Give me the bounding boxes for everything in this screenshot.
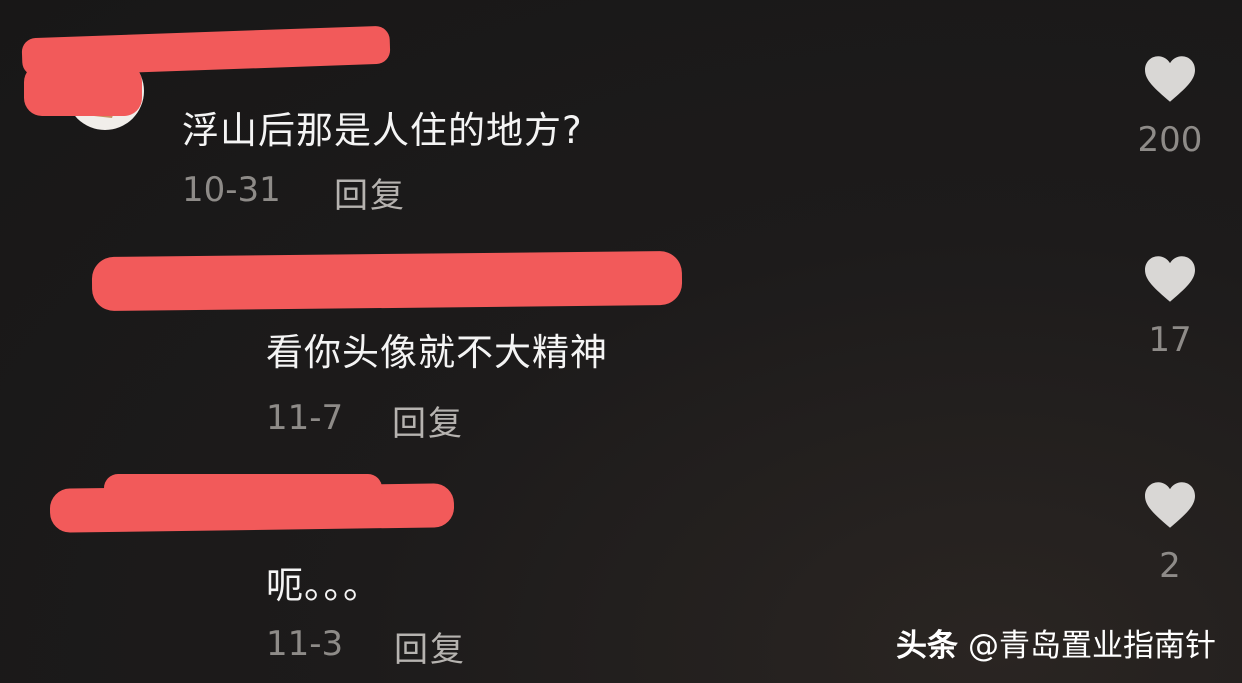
- like-button[interactable]: 17: [1130, 254, 1210, 360]
- redacted-username-overlay: [24, 64, 142, 116]
- like-count: 17: [1148, 320, 1192, 360]
- comment-date: 11-3: [266, 624, 344, 664]
- watermark-brand: 头条: [896, 628, 958, 664]
- like-count: 2: [1159, 546, 1181, 586]
- like-button[interactable]: 2: [1130, 480, 1210, 586]
- heart-icon: [1145, 56, 1195, 102]
- watermark: 头条 @青岛置业指南针: [896, 620, 1216, 665]
- comment-date: 11-7: [266, 398, 344, 438]
- reply-button[interactable]: 回复: [334, 168, 406, 217]
- comment-date: 10-31: [182, 170, 281, 210]
- heart-icon: [1145, 482, 1195, 528]
- comment-text: 看你头像就不大精神: [266, 331, 608, 374]
- watermark-handle: @青岛置业指南针: [968, 628, 1216, 664]
- like-count: 200: [1137, 120, 1203, 160]
- heart-icon: [1145, 256, 1195, 302]
- comment-text: 浮山后那是人住的地方?: [182, 109, 583, 152]
- reply-button[interactable]: 回复: [392, 396, 464, 445]
- redacted-username: [91, 250, 683, 312]
- comment-text: 呃。。。: [266, 564, 381, 607]
- like-button[interactable]: 200: [1130, 54, 1210, 160]
- redacted-username-overlay: [104, 474, 382, 504]
- reply-button[interactable]: 回复: [394, 622, 466, 671]
